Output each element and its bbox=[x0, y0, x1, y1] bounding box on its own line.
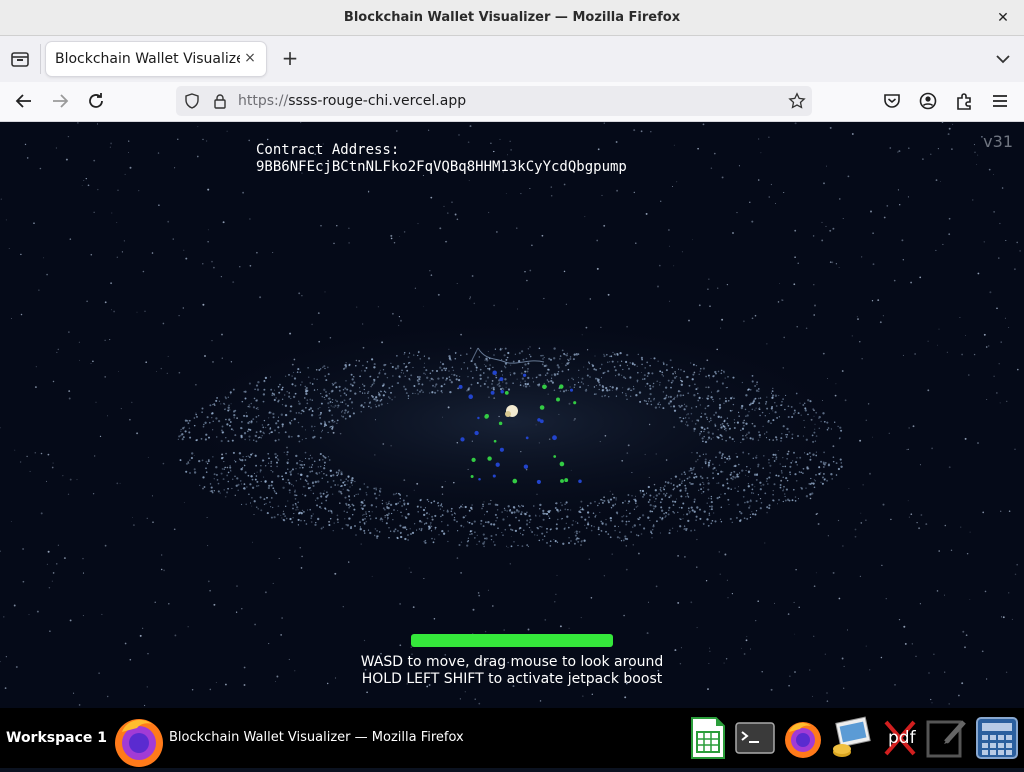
jetpack-boost-bar bbox=[411, 634, 613, 647]
window-close-button[interactable]: ✕ bbox=[994, 9, 1012, 27]
image-viewer-icon[interactable] bbox=[830, 716, 871, 760]
contract-address-block: Contract Address: 9BB6NFEcjBCtnNLFko2FqV… bbox=[256, 142, 627, 176]
terminal-icon[interactable] bbox=[735, 716, 775, 760]
galaxy-scene[interactable] bbox=[0, 122, 1024, 708]
new-tab-button[interactable]: + bbox=[280, 48, 300, 68]
taskbar-window-title[interactable]: Blockchain Wallet Visualizer — Mozilla F… bbox=[169, 708, 464, 768]
pocket-icon[interactable] bbox=[880, 90, 904, 112]
reload-icon[interactable] bbox=[84, 90, 108, 112]
url-host: ssss-rouge-chi.vercel.app bbox=[288, 93, 467, 109]
text-editor-icon[interactable] bbox=[926, 716, 966, 760]
account-icon[interactable] bbox=[916, 90, 940, 112]
extensions-puzzle-icon[interactable] bbox=[952, 90, 976, 112]
window-titlebar: Blockchain Wallet Visualizer — Mozilla F… bbox=[0, 0, 1024, 36]
hamburger-menu-icon[interactable] bbox=[988, 90, 1012, 112]
central-node-shadow bbox=[505, 411, 511, 417]
list-all-tabs-chevron-down-icon[interactable] bbox=[994, 50, 1012, 68]
contract-address: 9BB6NFEcjBCtnNLFko2FqVQBq8HHM13kCyYcdQbg… bbox=[256, 159, 627, 175]
url-protocol: https:// bbox=[238, 93, 289, 109]
pdf-icon[interactable]: pdf bbox=[880, 716, 920, 760]
tracking-protection-shield-icon[interactable] bbox=[184, 93, 200, 109]
firefox-icon[interactable] bbox=[783, 716, 823, 760]
help-line-2: HOLD LEFT SHIFT to activate jetpack boos… bbox=[361, 671, 663, 687]
firefox-view-icon[interactable] bbox=[10, 50, 30, 68]
address-bar[interactable]: https://ssss-rouge-chi.vercel.app bbox=[176, 86, 812, 116]
firefox-icon[interactable] bbox=[112, 714, 166, 768]
forward-arrow-icon[interactable] bbox=[48, 90, 72, 112]
contract-label: Contract Address: bbox=[256, 142, 400, 158]
navigation-toolbar: https://ssss-rouge-chi.vercel.app bbox=[0, 82, 1024, 122]
controls-help: WASD to move, drag mouse to look around … bbox=[0, 654, 1024, 688]
visualizer-canvas[interactable]: Contract Address: 9BB6NFEcjBCtnNLFko2FqV… bbox=[0, 122, 1024, 708]
taskbar: Workspace 1 Blockchain Wallet Visualizer… bbox=[0, 708, 1024, 768]
galaxy-glow bbox=[152, 312, 872, 532]
spreadsheet-icon[interactable] bbox=[688, 716, 728, 760]
back-arrow-icon[interactable] bbox=[12, 90, 36, 112]
version-label: v31 bbox=[983, 132, 1013, 151]
tab-strip: Blockchain Wallet Visualizer × + bbox=[0, 36, 1024, 82]
pdf-icon-label: pdf bbox=[888, 728, 917, 748]
tab-separator bbox=[40, 44, 41, 74]
url-text[interactable]: https://ssss-rouge-chi.vercel.app bbox=[238, 86, 466, 116]
workspace-label[interactable]: Workspace 1 bbox=[6, 708, 107, 768]
calculator-icon[interactable] bbox=[976, 716, 1018, 760]
help-line-1: WASD to move, drag mouse to look around bbox=[360, 654, 664, 670]
tab-label: Blockchain Wallet Visualizer bbox=[55, 51, 240, 67]
tab-close-button[interactable]: × bbox=[242, 50, 258, 66]
bookmark-star-icon[interactable] bbox=[788, 92, 806, 110]
tab-blockchain-wallet-visualizer[interactable]: Blockchain Wallet Visualizer × bbox=[46, 42, 266, 76]
lock-icon[interactable] bbox=[212, 93, 228, 109]
window-title: Blockchain Wallet Visualizer — Mozilla F… bbox=[343, 10, 681, 25]
